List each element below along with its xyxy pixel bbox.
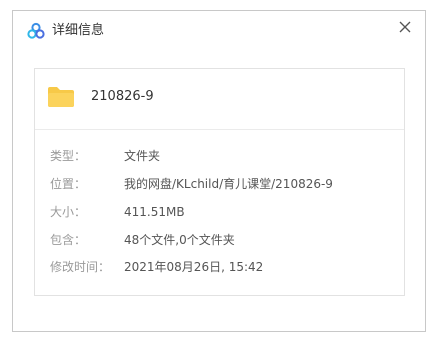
detail-row-contains: 包含： 48个文件,0个文件夹 [35, 230, 404, 250]
details-panel: 210826-9 类型： 文件夹 位置： 我的网盘/KLchild/育儿课堂/2… [34, 68, 405, 296]
close-button[interactable] [395, 17, 415, 37]
detail-label: 修改时间： [50, 260, 111, 274]
detail-value: 411.51MB [124, 205, 185, 219]
title-bar: 详细信息 [13, 11, 425, 51]
divider [35, 129, 404, 130]
detail-label: 位置： [50, 177, 87, 191]
detail-row-location: 位置： 我的网盘/KLchild/育儿课堂/210826-9 [35, 174, 404, 194]
detail-value: 我的网盘/KLchild/育儿课堂/210826-9 [124, 177, 333, 191]
detail-label: 包含： [50, 233, 87, 247]
file-name: 210826-9 [91, 89, 154, 104]
detail-value: 48个文件,0个文件夹 [124, 233, 235, 247]
dialog-title: 详细信息 [52, 23, 105, 38]
details-dialog: 详细信息 210826-9 类型： 文件夹 位置： 我的网盘/KLchild/育… [12, 10, 426, 332]
detail-value: 文件夹 [124, 149, 161, 163]
cloud-logo-icon [27, 22, 45, 40]
folder-icon [47, 86, 75, 108]
detail-row-type: 类型： 文件夹 [35, 146, 404, 166]
detail-label: 大小： [50, 205, 87, 219]
detail-row-size: 大小： 411.51MB [35, 202, 404, 222]
detail-label: 类型： [50, 149, 87, 163]
close-icon[interactable] [395, 17, 415, 37]
detail-value: 2021年08月26日, 15:42 [124, 260, 264, 274]
detail-row-modified: 修改时间： 2021年08月26日, 15:42 [35, 257, 404, 277]
